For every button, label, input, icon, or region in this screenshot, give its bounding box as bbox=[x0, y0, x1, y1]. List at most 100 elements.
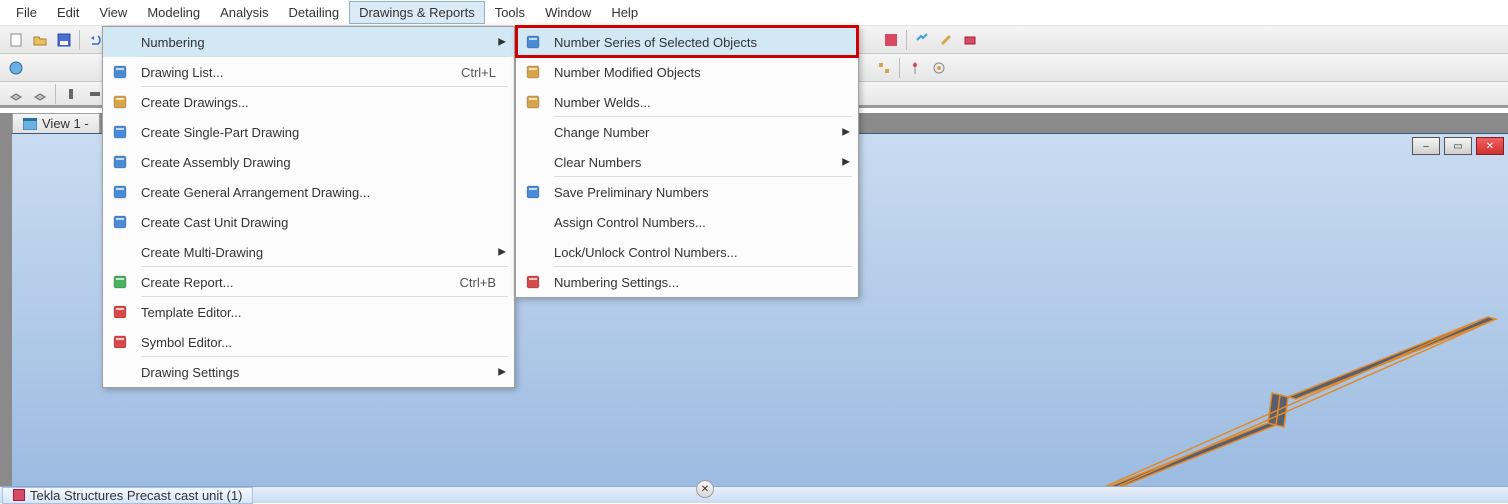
grid-icon-b[interactable] bbox=[904, 57, 926, 79]
save-icon bbox=[516, 184, 550, 200]
drawings-menu-item-7[interactable]: Create Multi-Drawing▶ bbox=[103, 237, 514, 267]
drawings-menu-item-11[interactable]: Drawing Settings▶ bbox=[103, 357, 514, 387]
menu-item-label: Create Single-Part Drawing bbox=[137, 125, 514, 140]
menu-item-label: Number Modified Objects bbox=[550, 65, 858, 80]
series-icon bbox=[516, 34, 550, 50]
report-icon bbox=[103, 274, 137, 290]
menu-detailing[interactable]: Detailing bbox=[279, 1, 350, 24]
tool-icon-a[interactable] bbox=[880, 29, 902, 51]
numbering-menu-item-8[interactable]: Numbering Settings... bbox=[516, 267, 858, 297]
numbering-menu-item-0[interactable]: Number Series of Selected Objects bbox=[516, 27, 858, 57]
open-icon[interactable] bbox=[29, 29, 51, 51]
menu-tools[interactable]: Tools bbox=[485, 1, 535, 24]
menu-item-label: Template Editor... bbox=[137, 305, 514, 320]
drawings-menu-item-4[interactable]: Create Assembly Drawing bbox=[103, 147, 514, 177]
view-window-controls: – ▭ ✕ bbox=[1412, 137, 1504, 155]
submenu-arrow-icon: ▶ bbox=[842, 127, 850, 138]
numbering-menu-item-3[interactable]: Change Number▶ bbox=[516, 117, 858, 147]
submenu-arrow-icon: ▶ bbox=[498, 367, 506, 378]
menu-edit[interactable]: Edit bbox=[47, 1, 89, 24]
menu-item-label: Assign Control Numbers... bbox=[550, 215, 858, 230]
drawings-menu-item-0[interactable]: Numbering▶ bbox=[103, 27, 514, 57]
tool-icon-b[interactable] bbox=[911, 29, 933, 51]
menu-item-label: Number Welds... bbox=[550, 95, 858, 110]
menu-item-label: Create General Arrangement Drawing... bbox=[137, 185, 514, 200]
drawings-menu-item-2[interactable]: Create Drawings... bbox=[103, 87, 514, 117]
globe-icon[interactable] bbox=[5, 57, 27, 79]
numbering-menu-item-1[interactable]: Number Modified Objects bbox=[516, 57, 858, 87]
tool-icon-d[interactable] bbox=[959, 29, 981, 51]
new-icon[interactable] bbox=[5, 29, 27, 51]
numbering-menu-item-2[interactable]: Number Welds... bbox=[516, 87, 858, 117]
menu-item-label: Create Report... bbox=[137, 275, 460, 290]
pencil-icon bbox=[516, 64, 550, 80]
view-icon-c[interactable] bbox=[60, 83, 82, 105]
template-icon bbox=[103, 304, 137, 320]
weld-icon bbox=[516, 94, 550, 110]
symbol-icon bbox=[103, 334, 137, 350]
menu-item-label: Drawing Settings bbox=[137, 365, 514, 380]
save-icon[interactable] bbox=[53, 29, 75, 51]
ga-icon bbox=[103, 184, 137, 200]
drawings-menu-item-6[interactable]: Create Cast Unit Drawing bbox=[103, 207, 514, 237]
menu-item-label: Clear Numbers bbox=[550, 155, 858, 170]
cast-icon bbox=[103, 214, 137, 230]
drawings-menu-item-9[interactable]: Template Editor... bbox=[103, 297, 514, 327]
menu-analysis[interactable]: Analysis bbox=[210, 1, 278, 24]
menu-drawings-reports[interactable]: Drawings & Reports bbox=[349, 1, 485, 24]
settings-icon bbox=[516, 274, 550, 290]
menu-item-label: Create Drawings... bbox=[137, 95, 514, 110]
menu-item-label: Numbering Settings... bbox=[550, 275, 858, 290]
folder-icon bbox=[103, 94, 137, 110]
submenu-arrow-icon: ▶ bbox=[498, 37, 506, 48]
menu-file[interactable]: File bbox=[6, 1, 47, 24]
taskbar-item[interactable]: Tekla Structures Precast cast unit (1) bbox=[2, 487, 253, 504]
minimize-button[interactable]: – bbox=[1412, 137, 1440, 155]
menu-item-label: Change Number bbox=[550, 125, 858, 140]
tool-icon-c[interactable] bbox=[935, 29, 957, 51]
taskbar-item-label: Tekla Structures Precast cast unit (1) bbox=[30, 488, 242, 503]
menu-item-shortcut: Ctrl+L bbox=[461, 65, 514, 80]
menu-item-shortcut: Ctrl+B bbox=[460, 275, 514, 290]
menu-item-label: Save Preliminary Numbers bbox=[550, 185, 858, 200]
submenu-arrow-icon: ▶ bbox=[842, 157, 850, 168]
numbering-menu-item-6[interactable]: Assign Control Numbers... bbox=[516, 207, 858, 237]
menu-item-label: Create Cast Unit Drawing bbox=[137, 215, 514, 230]
menu-window[interactable]: Window bbox=[535, 1, 601, 24]
numbering-menu-item-5[interactable]: Save Preliminary Numbers bbox=[516, 177, 858, 207]
submenu-arrow-icon: ▶ bbox=[498, 247, 506, 258]
drawings-menu-item-10[interactable]: Symbol Editor... bbox=[103, 327, 514, 357]
view-tab[interactable]: View 1 - bbox=[12, 113, 100, 134]
drawings-reports-menu: Numbering▶Drawing List...Ctrl+LCreate Dr… bbox=[102, 26, 515, 388]
menu-item-label: Symbol Editor... bbox=[137, 335, 514, 350]
model-geometry bbox=[988, 303, 1508, 503]
drawings-menu-item-5[interactable]: Create General Arrangement Drawing... bbox=[103, 177, 514, 207]
drawings-menu-item-1[interactable]: Drawing List...Ctrl+L bbox=[103, 57, 514, 87]
doc-icon bbox=[103, 64, 137, 80]
menu-modeling[interactable]: Modeling bbox=[137, 1, 210, 24]
maximize-button[interactable]: ▭ bbox=[1444, 137, 1472, 155]
view3d-icon-b[interactable] bbox=[29, 83, 51, 105]
task-preview-close-icon[interactable]: ✕ bbox=[696, 480, 714, 498]
view-tab-label: View 1 - bbox=[42, 116, 89, 131]
menu-item-label: Lock/Unlock Control Numbers... bbox=[550, 245, 858, 260]
menu-view[interactable]: View bbox=[89, 1, 137, 24]
menu-help[interactable]: Help bbox=[601, 1, 648, 24]
close-button[interactable]: ✕ bbox=[1476, 137, 1504, 155]
menu-item-label: Create Multi-Drawing bbox=[137, 245, 514, 260]
numbering-menu-item-4[interactable]: Clear Numbers▶ bbox=[516, 147, 858, 177]
view3d-icon-a[interactable] bbox=[5, 83, 27, 105]
menubar: File Edit View Modeling Analysis Detaili… bbox=[0, 0, 1508, 26]
view-icon bbox=[23, 118, 37, 130]
part-icon bbox=[103, 124, 137, 140]
menu-item-label: Create Assembly Drawing bbox=[137, 155, 514, 170]
taskbar: Tekla Structures Precast cast unit (1) bbox=[0, 486, 1508, 503]
numbering-submenu: Number Series of Selected Objects Number … bbox=[515, 26, 859, 298]
drawings-menu-item-8[interactable]: Create Report...Ctrl+B bbox=[103, 267, 514, 297]
drawings-menu-item-3[interactable]: Create Single-Part Drawing bbox=[103, 117, 514, 147]
numbering-menu-item-7[interactable]: Lock/Unlock Control Numbers... bbox=[516, 237, 858, 267]
menu-item-label: Drawing List... bbox=[137, 65, 461, 80]
grid-icon-c[interactable] bbox=[928, 57, 950, 79]
menu-item-label: Numbering bbox=[137, 35, 514, 50]
grid-icon-a[interactable] bbox=[873, 57, 895, 79]
